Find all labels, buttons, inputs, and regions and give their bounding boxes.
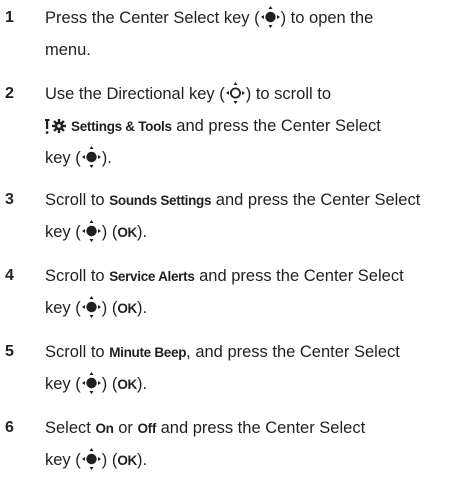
- text-run: key (: [45, 451, 81, 469]
- text-run: Scroll to: [45, 343, 110, 361]
- option-label-on: On: [95, 421, 114, 436]
- step-line: Scroll to Sounds Settings and press the …: [45, 184, 457, 216]
- step-number: 4: [5, 267, 14, 284]
- step-text: Scroll to Service Alerts and press the C…: [45, 260, 457, 324]
- step-line: Settings & Tools and press the Center Se…: [45, 110, 457, 142]
- text-run: Select: [45, 419, 96, 437]
- text-run: key (: [45, 149, 81, 167]
- step-text: Press the Center Select key ( ) to open t…: [45, 2, 457, 66]
- step-line: Press the Center Select key ( ) to open t…: [45, 2, 457, 34]
- text-run: ) (: [101, 299, 118, 317]
- step-line: Use the Directional key ( ) to scroll to: [45, 78, 457, 110]
- text-run: and press the Center Select: [194, 267, 404, 285]
- center-select-key-icon: [81, 295, 102, 319]
- text-run: and press the Center Select: [171, 117, 381, 135]
- step-text: Scroll to Minute Beep, and press the Cen…: [45, 336, 457, 400]
- text-run: or: [113, 419, 138, 437]
- menu-item-label: Service Alerts: [109, 269, 195, 284]
- step-line: Select On or Off and press the Center Se…: [45, 412, 457, 444]
- text-run: Use the Directional key (: [45, 85, 225, 103]
- text-run: ).: [137, 223, 148, 241]
- step-line: key ( ) (OK).: [45, 216, 457, 248]
- text-run: Scroll to: [45, 191, 110, 209]
- step-number: 5: [5, 343, 14, 360]
- menu-item-label: Minute Beep: [109, 345, 187, 360]
- text-run: key (: [45, 223, 81, 241]
- text-run: key (: [45, 299, 81, 317]
- text-run: ).: [137, 451, 148, 469]
- softkey-label: OK: [117, 453, 137, 468]
- step-line: Scroll to Service Alerts and press the C…: [45, 260, 457, 292]
- directional-key-icon: [225, 81, 246, 105]
- text-run: ) (: [101, 375, 118, 393]
- center-select-key-icon: [81, 219, 102, 243]
- text-run: ) to scroll to: [245, 85, 332, 103]
- text-run: Press the Center Select key (: [45, 9, 260, 27]
- text-run: ) (: [101, 451, 118, 469]
- menu-item-label: Settings & Tools: [71, 119, 172, 134]
- text-run: and press the Center Select: [211, 191, 421, 209]
- text-run: and press the Center Select: [156, 419, 366, 437]
- center-select-key-icon: [260, 5, 281, 29]
- text-run: , and press the Center Select: [186, 343, 400, 361]
- step-line: key ().: [45, 142, 457, 174]
- step-line: Scroll to Minute Beep, and press the Cen…: [45, 336, 457, 368]
- step-line: menu.: [45, 34, 457, 66]
- center-select-key-icon: [81, 145, 102, 169]
- option-label-off: Off: [137, 421, 157, 436]
- text-run: menu.: [45, 41, 91, 59]
- softkey-label: OK: [117, 377, 137, 392]
- step-number: 1: [5, 9, 14, 26]
- softkey-label: OK: [117, 225, 137, 240]
- text-run: Scroll to: [45, 267, 110, 285]
- step-number: 3: [5, 191, 14, 208]
- step-text: Select On or Off and press the Center Se…: [45, 412, 457, 476]
- center-select-key-icon: [81, 371, 102, 395]
- step-text: Scroll to Sounds Settings and press the …: [45, 184, 457, 248]
- text-run: ) to open the: [280, 9, 374, 27]
- center-select-key-icon: [81, 447, 102, 471]
- text-run: ) (: [101, 223, 118, 241]
- step-line: key ( ) (OK).: [45, 292, 457, 324]
- step-line: key ( ) (OK).: [45, 368, 457, 400]
- softkey-label: OK: [117, 301, 137, 316]
- menu-item-label: Sounds Settings: [109, 193, 212, 208]
- text-run: ).: [137, 375, 148, 393]
- text-run: ).: [137, 299, 148, 317]
- settings-tools-icon: [45, 115, 67, 134]
- step-line: key ( ) (OK).: [45, 444, 457, 476]
- step-number: 2: [5, 85, 14, 102]
- text-run: key (: [45, 375, 81, 393]
- text-run: ).: [101, 149, 112, 167]
- step-number: 6: [5, 419, 14, 436]
- step-text: Use the Directional key () to scroll to …: [45, 78, 457, 174]
